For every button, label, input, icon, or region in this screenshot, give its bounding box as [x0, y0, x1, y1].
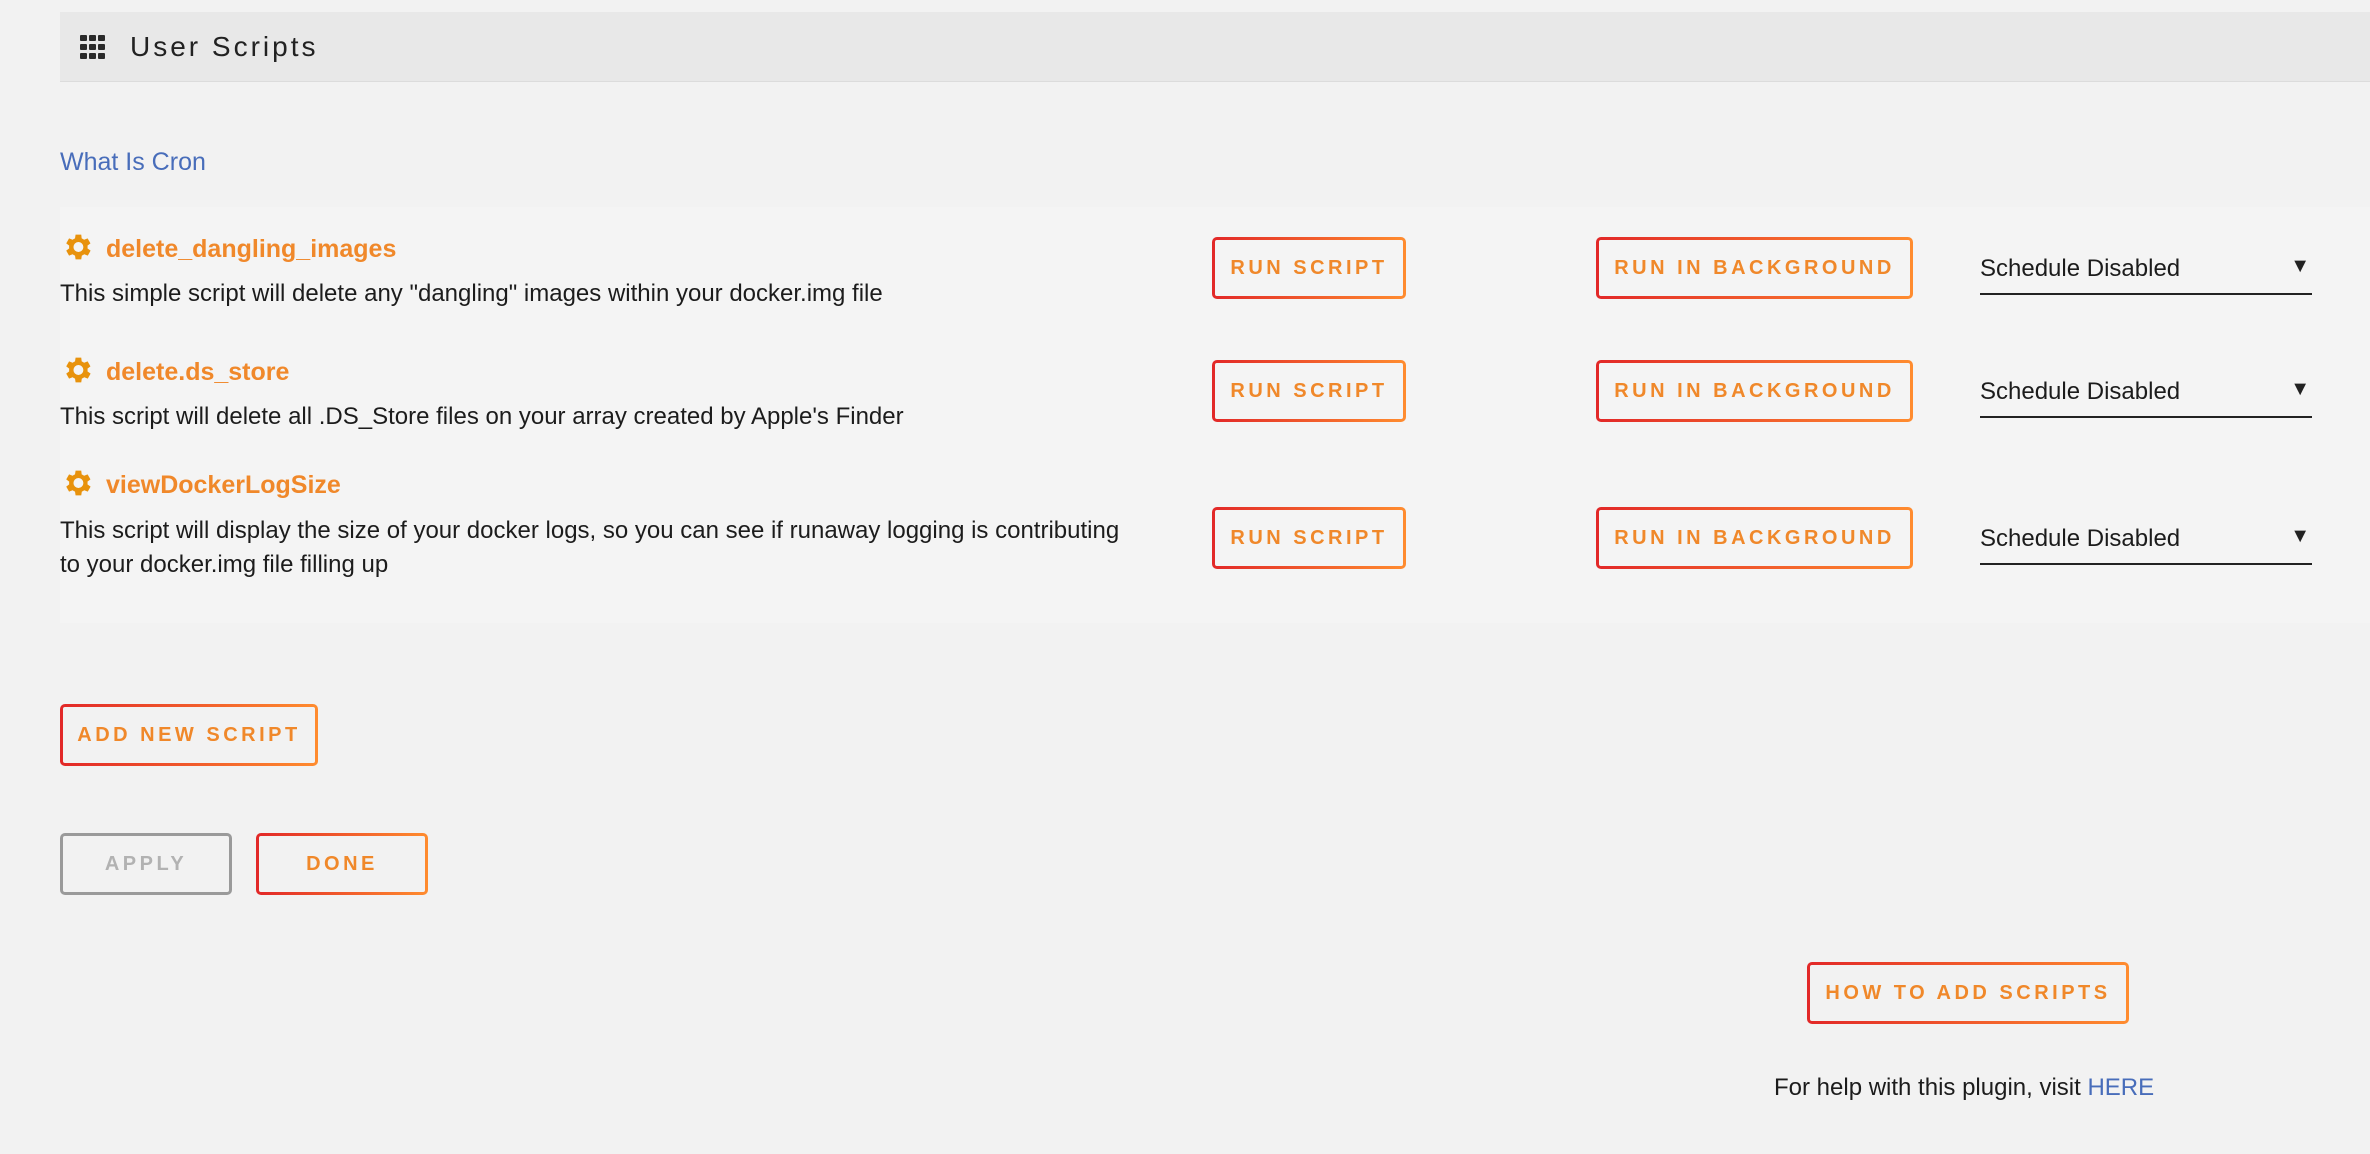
gear-icon[interactable]: [60, 230, 94, 264]
script-name-link[interactable]: delete.ds_store: [60, 357, 290, 387]
scripts-panel: delete_dangling_images This simple scrip…: [60, 207, 2370, 623]
what-is-cron-link[interactable]: What Is Cron: [60, 148, 206, 177]
run-script-button[interactable]: RUN SCRIPT: [1212, 507, 1406, 569]
run-script-button[interactable]: RUN SCRIPT: [1212, 360, 1406, 422]
script-name: delete_dangling_images: [106, 235, 397, 263]
script-name: delete.ds_store: [106, 358, 290, 386]
script-name: viewDockerLogSize: [106, 471, 341, 499]
run-in-background-button[interactable]: RUN IN BACKGROUND: [1596, 237, 1913, 299]
how-to-add-scripts-button[interactable]: HOW TO ADD SCRIPTS: [1807, 962, 2129, 1024]
page-header: User Scripts: [60, 12, 2370, 82]
done-button[interactable]: DONE: [256, 833, 428, 895]
gear-icon[interactable]: [60, 466, 94, 500]
run-in-background-button[interactable]: RUN IN BACKGROUND: [1596, 360, 1913, 422]
run-script-button[interactable]: RUN SCRIPT: [1212, 237, 1406, 299]
page-title: User Scripts: [130, 30, 319, 62]
script-description: This script will delete all .DS_Store fi…: [60, 403, 904, 430]
help-link[interactable]: HERE: [2087, 1074, 2154, 1101]
dropdown-arrow-icon: ▼: [2290, 255, 2310, 277]
schedule-value: Schedule Disabled: [1980, 255, 2181, 282]
gear-icon[interactable]: [60, 353, 94, 387]
schedule-value: Schedule Disabled: [1980, 378, 2181, 405]
dropdown-arrow-icon: ▼: [2290, 525, 2310, 547]
help-footer: For help with this plugin, visit HERE: [1774, 1074, 2154, 1102]
grid-icon: [80, 34, 106, 59]
script-description: This script will display the size of you…: [60, 517, 1120, 578]
schedule-select[interactable]: Schedule Disabled ▼: [1980, 247, 2312, 295]
apply-button[interactable]: APPLY: [60, 833, 232, 895]
schedule-select[interactable]: Schedule Disabled ▼: [1980, 517, 2312, 565]
script-description: This simple script will delete any "dang…: [60, 280, 883, 307]
script-name-link[interactable]: viewDockerLogSize: [60, 470, 341, 500]
script-name-link[interactable]: delete_dangling_images: [60, 234, 397, 264]
dropdown-arrow-icon: ▼: [2290, 378, 2310, 400]
run-in-background-button[interactable]: RUN IN BACKGROUND: [1596, 507, 1913, 569]
help-text: For help with this plugin, visit: [1774, 1074, 2088, 1101]
schedule-value: Schedule Disabled: [1980, 525, 2181, 552]
schedule-select[interactable]: Schedule Disabled ▼: [1980, 370, 2312, 418]
add-new-script-button[interactable]: ADD NEW SCRIPT: [60, 704, 318, 766]
